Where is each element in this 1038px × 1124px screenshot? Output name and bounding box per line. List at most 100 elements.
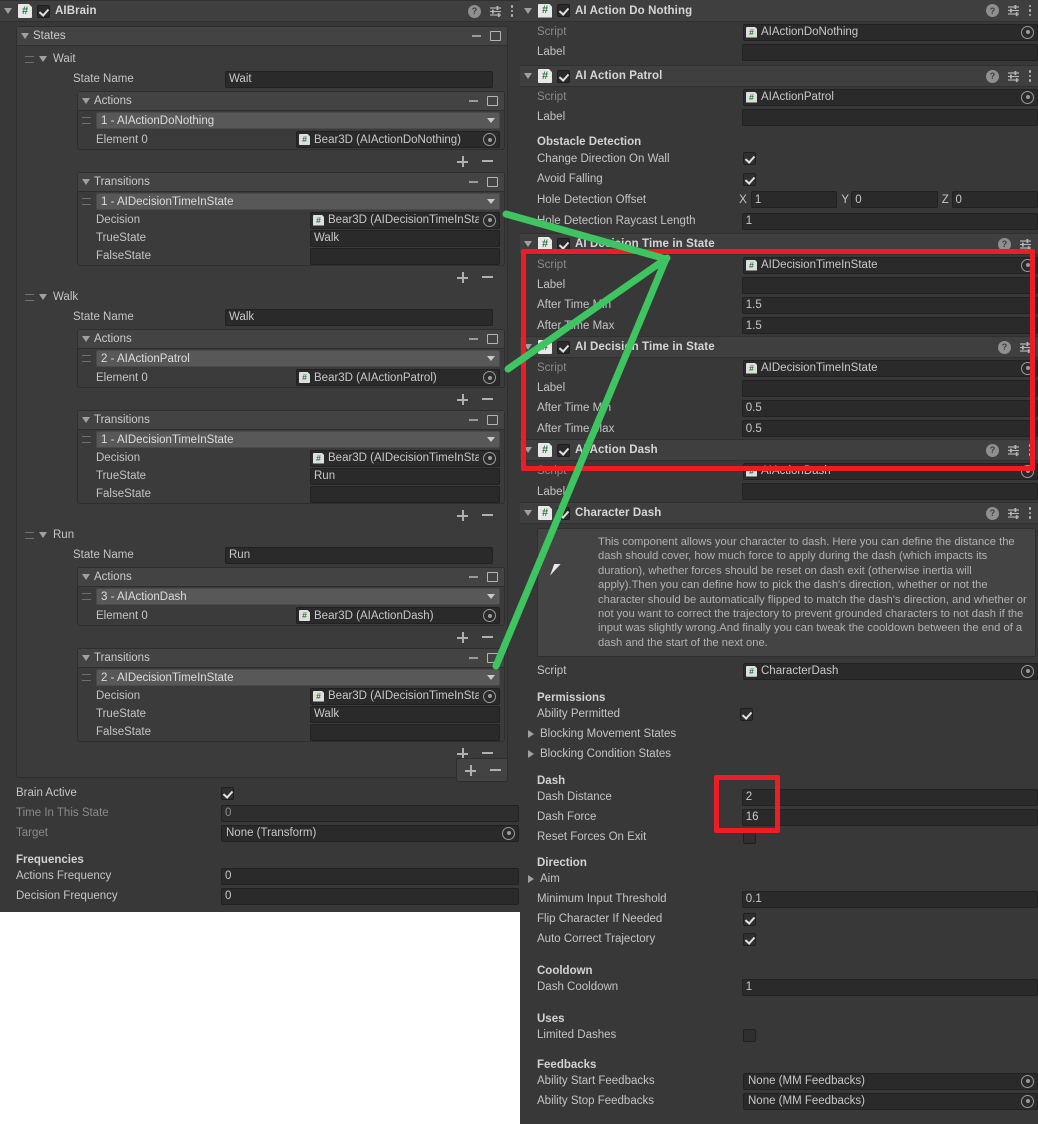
states-expand-icon[interactable]	[490, 31, 501, 41]
action-element-row[interactable]: 3 - AIActionDash	[78, 587, 504, 606]
drag-handle-icon[interactable]	[82, 436, 91, 443]
remove-transition-button[interactable]	[482, 752, 493, 754]
transitions-foldout-icon[interactable]	[82, 179, 90, 185]
component-header-ai-decision-time-in-state-1[interactable]: # AI Decision Time in State ?	[520, 233, 1038, 255]
transition-dropdown[interactable]: 1 - AIDecisionTimeInState	[96, 193, 500, 210]
object-picker-icon[interactable]	[1021, 1074, 1034, 1088]
component-enabled-checkbox[interactable]	[557, 443, 570, 457]
preset-icon[interactable]	[1007, 70, 1020, 83]
dash-cooldown-input[interactable]: 1	[741, 978, 1038, 996]
after-time-max-input[interactable]: 1.5	[741, 317, 1038, 334]
truestate-input[interactable]: Run	[310, 467, 500, 485]
component-enabled-checkbox[interactable]	[557, 237, 570, 251]
decision-object-field[interactable]: # Bear3D (AIDecisionTimeInState	[310, 687, 500, 705]
state-name-input[interactable]: Wait	[225, 70, 493, 88]
help-icon[interactable]: ?	[986, 506, 999, 520]
ability-stop-feedbacks-object-field[interactable]: None (MM Feedbacks)	[743, 1092, 1038, 1110]
object-picker-icon[interactable]	[1021, 664, 1034, 678]
preset-icon[interactable]	[1019, 238, 1032, 251]
aim-row[interactable]: Aim	[520, 869, 1038, 889]
brain-active-checkbox[interactable]	[221, 786, 234, 800]
component-header-character-dash[interactable]: # Character Dash ?	[520, 502, 1038, 524]
reset-forces-on-exit-checkbox[interactable]	[743, 830, 756, 844]
label-input[interactable]	[741, 276, 1038, 294]
hole-detection-offset-x-input[interactable]: 1	[750, 191, 838, 208]
hole-detection-offset-y-input[interactable]: 0	[851, 191, 938, 208]
script-object-field[interactable]: # CharacterDash	[743, 662, 1038, 680]
dash-force-input[interactable]: 16	[741, 808, 1038, 826]
drag-handle-icon[interactable]	[82, 674, 91, 681]
actions-collapse-icon[interactable]	[469, 338, 478, 340]
hole-detection-raycast-length-input[interactable]: 1	[741, 212, 1038, 230]
avoid-falling-checkbox[interactable]	[743, 172, 756, 186]
truestate-input[interactable]: Walk	[310, 229, 500, 247]
add-state-button[interactable]	[465, 764, 476, 776]
component-header-aibrain[interactable]: # AIBrain ?	[0, 0, 520, 22]
remove-action-button[interactable]	[482, 160, 493, 162]
falsestate-input[interactable]	[310, 247, 500, 265]
decision-frequency-input[interactable]: 0	[221, 887, 519, 905]
transitions-foldout-icon[interactable]	[82, 417, 90, 423]
transition-dropdown[interactable]: 1 - AIDecisionTimeInState	[96, 431, 500, 448]
transitions-collapse-icon[interactable]	[469, 181, 478, 183]
add-transition-button[interactable]	[457, 509, 468, 521]
after-time-max-input[interactable]: 0.5	[741, 420, 1038, 437]
blocking-condition-states-row[interactable]: Blocking Condition States	[520, 744, 1038, 764]
transition-element-row[interactable]: 1 - AIDecisionTimeInState	[78, 430, 504, 449]
component-header-ai-decision-time-in-state-2[interactable]: # AI Decision Time in State ?	[520, 336, 1038, 358]
transitions-list-header[interactable]: Transitions	[78, 411, 504, 430]
actions-foldout-icon[interactable]	[82, 574, 90, 580]
decision-object-field[interactable]: # Bear3D (AIDecisionTimeInState	[310, 211, 500, 229]
transition-dropdown[interactable]: 2 - AIDecisionTimeInState	[96, 669, 500, 686]
state-name-input[interactable]: Run	[225, 546, 493, 564]
action-dropdown[interactable]: 3 - AIActionDash	[96, 588, 500, 605]
actions-list-header[interactable]: Actions	[78, 330, 504, 349]
add-action-button[interactable]	[457, 631, 468, 643]
foldout-triangle-icon[interactable]	[524, 344, 532, 350]
remove-transition-button[interactable]	[482, 514, 493, 516]
remove-state-button[interactable]	[490, 769, 501, 771]
state-foldout-row[interactable]: Wait	[25, 49, 505, 69]
hole-detection-offset-z-input[interactable]: 0	[951, 191, 1038, 208]
more-options-icon[interactable]	[1028, 70, 1032, 83]
component-enabled-checkbox[interactable]	[557, 69, 570, 83]
label-input[interactable]	[741, 483, 1038, 500]
falsestate-input[interactable]	[310, 485, 500, 503]
object-picker-icon[interactable]	[483, 689, 496, 703]
actions-foldout-icon[interactable]	[82, 336, 90, 342]
drag-handle-icon[interactable]	[82, 355, 91, 362]
component-header-ai-action-dash[interactable]: # AI Action Dash ?	[520, 439, 1038, 461]
add-transition-button[interactable]	[457, 747, 468, 759]
component-enabled-checkbox[interactable]	[557, 506, 570, 520]
transitions-collapse-icon[interactable]	[469, 419, 478, 421]
ability-permitted-checkbox[interactable]	[740, 707, 753, 721]
after-time-min-input[interactable]: 0.5	[741, 399, 1038, 417]
component-enabled-checkbox[interactable]	[557, 340, 570, 354]
help-icon[interactable]: ?	[468, 4, 481, 18]
auto-correct-trajectory-checkbox[interactable]	[743, 932, 756, 946]
limited-dashes-checkbox[interactable]	[743, 1028, 756, 1042]
states-list-header[interactable]: States	[17, 27, 507, 46]
state-foldout-row[interactable]: Run	[25, 525, 505, 545]
foldout-triangle-icon[interactable]	[524, 73, 532, 79]
more-options-icon[interactable]	[1028, 444, 1032, 457]
transitions-collapse-icon[interactable]	[469, 657, 478, 659]
component-enabled-checkbox[interactable]	[37, 4, 50, 18]
actions-frequency-input[interactable]: 0	[221, 867, 519, 885]
actions-expand-icon[interactable]	[487, 96, 498, 106]
add-action-button[interactable]	[457, 393, 468, 405]
actions-list-header[interactable]: Actions	[78, 92, 504, 111]
foldout-triangle-icon[interactable]	[528, 875, 534, 884]
remove-action-button[interactable]	[482, 636, 493, 638]
object-picker-icon[interactable]	[1021, 1094, 1034, 1108]
remove-transition-button[interactable]	[482, 276, 493, 278]
preset-icon[interactable]	[1007, 444, 1020, 457]
state-foldout-icon[interactable]	[39, 532, 47, 538]
action-dropdown[interactable]: 2 - AIActionPatrol	[96, 350, 500, 367]
transitions-list-header[interactable]: Transitions	[78, 649, 504, 668]
transitions-expand-icon[interactable]	[487, 177, 498, 187]
label-input[interactable]	[741, 108, 1038, 126]
object-picker-icon[interactable]	[483, 133, 496, 146]
more-options-icon[interactable]	[510, 5, 514, 18]
state-name-input[interactable]: Walk	[225, 308, 493, 326]
